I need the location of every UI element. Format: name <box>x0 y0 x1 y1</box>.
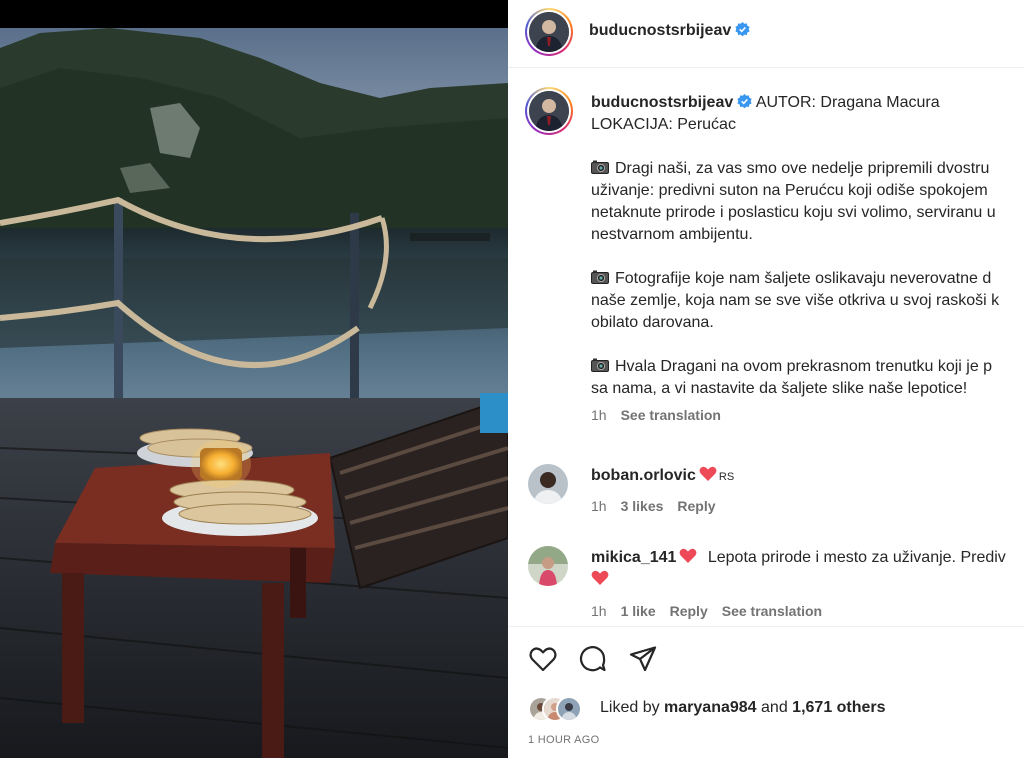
post-timestamp[interactable]: 1 HOUR AGO <box>528 734 599 746</box>
author-avatar-image <box>529 12 569 52</box>
comment-username[interactable]: boban.orlovic <box>591 467 696 484</box>
caption-paragraph-2: Fotografije koje nam šaljete oslikavaju … <box>591 268 1024 334</box>
post-header: buducnostsrbijeav <box>508 0 1024 68</box>
header-username-row: buducnostsrbijeav <box>589 22 750 40</box>
post-actions: Liked by maryana984 and 1,671 others 1 H… <box>508 626 1024 758</box>
comment-username[interactable]: mikica_141 <box>591 549 676 566</box>
comment-likes-button[interactable]: 1 like <box>621 603 656 619</box>
caption-author-avatar[interactable] <box>525 87 573 135</box>
caption-text-line: naše zemlje, koja nam se sve više otkriv… <box>591 292 1000 309</box>
likes-and: and <box>761 699 788 716</box>
caption-text-line: netaknute prirode i poslasticu koju svi … <box>591 204 996 221</box>
post-image[interactable] <box>0 28 508 758</box>
comment-text: Lepota prirode i mesto za uživanje. Pred… <box>707 549 1006 566</box>
caption-text-line: Hvala Dragani na ovom prekrasnom trenutk… <box>615 358 993 375</box>
caption-text-line: Dragi naši, za vas smo ove nedelje pripr… <box>615 160 990 177</box>
liker-avatar[interactable] <box>556 696 582 722</box>
lake-dock-photo <box>0 28 508 758</box>
flag-rs-emoji: RS <box>718 471 735 483</box>
comment-time: 1h <box>591 603 607 619</box>
likes-others-link[interactable]: 1,671 others <box>792 699 885 716</box>
comment-likes-button[interactable]: 3 likes <box>621 498 664 514</box>
commenter-avatar[interactable] <box>528 464 568 504</box>
caption-line-author: AUTOR: Dragana Macura <box>755 94 940 111</box>
see-translation-button[interactable]: See translation <box>621 407 721 423</box>
caption-paragraph-3: Hvala Dragani na ovom prekrasnom trenutk… <box>591 356 1024 400</box>
caption-meta: 1h See translation <box>591 404 1024 426</box>
caption-text: buducnostsrbijeav AUTOR: Dragana Macura … <box>591 92 1024 426</box>
verified-badge-icon <box>737 94 752 109</box>
share-icon[interactable] <box>628 644 658 674</box>
commenter-avatar[interactable] <box>528 546 568 586</box>
likes-prefix: Liked by <box>600 699 660 716</box>
comment-body: boban.orlovic RS <box>591 465 734 488</box>
caption-username[interactable]: buducnostsrbijeav <box>591 94 733 111</box>
caption-text-line: obilato darovana. <box>591 314 714 331</box>
heart-outline-icon[interactable] <box>528 644 558 674</box>
commenter-avatar-image <box>528 546 568 586</box>
header-username[interactable]: buducnostsrbijeav <box>589 22 731 39</box>
red-heart-emoji-icon <box>591 570 609 585</box>
camera-icon <box>591 160 609 174</box>
caption-text-line: sa nama, a vi nastavite da šaljete slike… <box>591 380 968 397</box>
comment-meta: 1h 1 like Reply See translation <box>591 603 836 619</box>
caption-time[interactable]: 1h <box>591 407 607 423</box>
post-side-panel: buducnostsrbijeav buducnostsrbijeav AUTO… <box>508 0 1024 758</box>
comment-icon[interactable] <box>578 644 608 674</box>
verified-badge-icon <box>735 22 750 37</box>
caption-section: buducnostsrbijeav AUTOR: Dragana Macura … <box>508 70 1024 626</box>
likes-user-link[interactable]: maryana984 <box>664 699 757 716</box>
camera-icon <box>591 270 609 284</box>
caption-text-line: nestvarnom ambijentu. <box>591 226 753 243</box>
caption-text-line: uživanje: predivni suton na Perućcu koji… <box>591 182 988 199</box>
author-avatar[interactable] <box>525 8 573 56</box>
liker-avatar-image <box>558 698 580 720</box>
comment-body: mikica_141 Lepota prirode i mesto za uži… <box>591 547 1006 591</box>
caption-line-location: LOKACIJA: Perućac <box>591 116 736 133</box>
comment-time: 1h <box>591 498 607 514</box>
caption-avatar-image <box>529 91 569 131</box>
red-heart-emoji-icon <box>679 548 697 563</box>
caption-text-line: Fotografije koje nam šaljete oslikavaju … <box>615 270 992 287</box>
comment-see-translation-button[interactable]: See translation <box>722 603 822 619</box>
red-heart-emoji-icon <box>699 466 717 481</box>
likes-text: Liked by maryana984 and 1,671 others <box>600 699 886 717</box>
comment-reply-button[interactable]: Reply <box>677 498 715 514</box>
camera-icon <box>591 358 609 372</box>
caption-paragraph-1: Dragi naši, za vas smo ove nedelje pripr… <box>591 158 1024 246</box>
comment-meta: 1h 3 likes Reply <box>591 498 730 514</box>
commenter-avatar-image <box>528 464 568 504</box>
liker-avatars <box>528 696 598 722</box>
comment-reply-button[interactable]: Reply <box>670 603 708 619</box>
post-photo-area <box>0 0 508 758</box>
